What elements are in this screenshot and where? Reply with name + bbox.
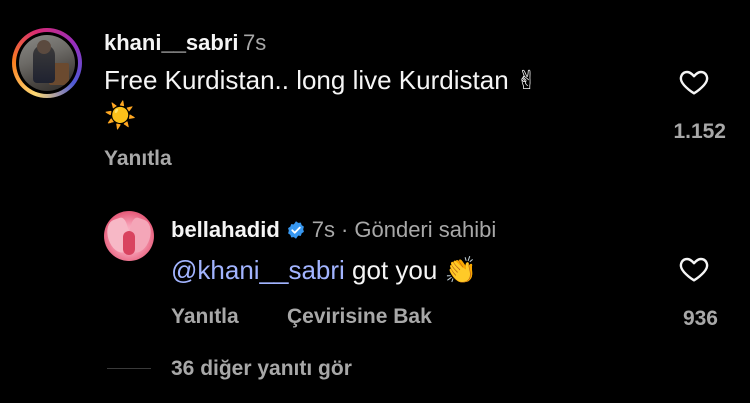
- view-more-replies-button[interactable]: 36 diğer yanıtı gör: [171, 357, 352, 381]
- comment-header: khani__sabri 7s: [104, 30, 266, 56]
- comment-like-button[interactable]: [677, 66, 711, 103]
- reply-time: 7s: [311, 217, 336, 242]
- verified-badge-icon: [287, 221, 304, 239]
- reply-like-button[interactable]: [677, 253, 711, 290]
- comment-reply-button[interactable]: Yanıtla: [104, 147, 172, 171]
- comment-time: 7s: [242, 30, 267, 55]
- reply-avatar[interactable]: [104, 211, 154, 261]
- reply-text: @khani__sabri got you 👏: [171, 252, 477, 288]
- commenter-avatar[interactable]: [12, 28, 82, 98]
- reply-mention[interactable]: @khani__sabri: [171, 255, 345, 285]
- comment-text: Free Kurdistan.. long live Kurdistan ✌ ☀…: [104, 62, 624, 134]
- heart-icon: [679, 257, 709, 282]
- reply-reply-button[interactable]: Yanıtla: [171, 305, 239, 329]
- reply-header: bellahadid 7s · Gönderi sahibi: [171, 217, 496, 243]
- avatar-photo: [19, 35, 75, 91]
- reply-body: got you 👏: [344, 255, 477, 285]
- comment-like-count: 1.152: [673, 120, 726, 143]
- reply-like-count: 936: [682, 307, 718, 330]
- separator-dot: ·: [341, 217, 349, 242]
- comment-text-line2: ☀️: [104, 101, 137, 131]
- reply-username[interactable]: bellahadid: [171, 217, 280, 243]
- more-replies-line: [107, 368, 151, 369]
- translate-button[interactable]: Çevirisine Bak: [287, 305, 432, 329]
- author-badge: Gönderi sahibi: [354, 217, 497, 242]
- comment-username[interactable]: khani__sabri: [104, 30, 239, 55]
- comment-text-line1: Free Kurdistan.. long live Kurdistan ✌: [104, 65, 538, 95]
- heart-icon: [679, 70, 709, 95]
